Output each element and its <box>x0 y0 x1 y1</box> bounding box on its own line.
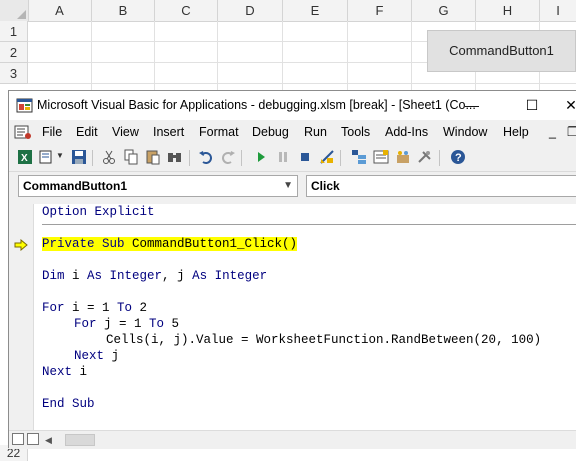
code-combo-bar: CommandButton1 ▼ Click <box>9 172 576 205</box>
copy-icon[interactable] <box>123 149 139 165</box>
column-header-i[interactable]: I <box>540 0 576 21</box>
menu-format[interactable]: Format <box>199 121 239 144</box>
margin-indicator-bar[interactable] <box>9 204 34 430</box>
insert-module-icon[interactable] <box>38 149 54 165</box>
project-explorer-icon[interactable] <box>351 149 367 165</box>
minimize-button[interactable]: — <box>449 91 495 120</box>
horizontal-scrollbar[interactable]: ◀ <box>9 430 576 449</box>
properties-window-icon[interactable] <box>373 149 389 165</box>
help-icon[interactable]: ? <box>450 149 466 165</box>
menu-window[interactable]: Window <box>443 121 487 144</box>
window-title: Microsoft Visual Basic for Applications … <box>37 98 476 112</box>
code-line[interactable]: Next j <box>74 348 119 364</box>
row-header-3[interactable]: 3 <box>0 63 28 84</box>
find-icon[interactable] <box>167 149 183 165</box>
standard-toolbar: X ▼ ? <box>9 145 576 172</box>
full-module-view-button[interactable] <box>27 433 39 445</box>
object-combo-value: CommandButton1 <box>23 179 127 193</box>
redo-icon[interactable] <box>220 149 236 165</box>
menu-insert[interactable]: Insert <box>153 121 184 144</box>
column-header-row: A B C D E F G H I <box>0 0 576 22</box>
procedure-combo[interactable]: Click <box>306 175 576 197</box>
code-line-current[interactable]: Private Sub CommandButton1_Click() <box>42 236 298 252</box>
procedure-view-button[interactable] <box>12 433 24 445</box>
vba-app-icon <box>16 98 33 113</box>
design-mode-icon[interactable] <box>319 149 335 165</box>
doc-restore-button[interactable]: ❐ <box>567 121 576 144</box>
cut-icon[interactable] <box>101 149 117 165</box>
execution-arrow-icon <box>14 239 28 251</box>
view-excel-icon[interactable]: X <box>17 149 33 165</box>
reset-icon[interactable] <box>297 149 313 165</box>
scroll-thumb[interactable] <box>65 434 95 446</box>
insert-dropdown-icon[interactable]: ▼ <box>56 151 64 160</box>
menu-addins[interactable]: Add-Ins <box>385 121 428 144</box>
row-header-2[interactable]: 2 <box>0 42 28 63</box>
column-header-f[interactable]: F <box>348 0 412 21</box>
break-icon[interactable] <box>275 149 291 165</box>
code-line[interactable]: For i = 1 To 2 <box>42 300 147 316</box>
menu-edit[interactable]: Edit <box>76 121 98 144</box>
column-header-d[interactable]: D <box>218 0 283 21</box>
code-line[interactable]: For j = 1 To 5 <box>74 316 179 332</box>
command-button[interactable]: CommandButton1 <box>427 30 576 72</box>
maximize-button[interactable]: ☐ <box>509 91 555 120</box>
undo-icon[interactable] <box>198 149 214 165</box>
column-header-c[interactable]: C <box>155 0 218 21</box>
vba-editor-window: Microsoft Visual Basic for Applications … <box>8 90 576 449</box>
scroll-left-icon[interactable]: ◀ <box>45 431 52 449</box>
menu-help[interactable]: Help <box>503 121 529 144</box>
paste-icon[interactable] <box>145 149 161 165</box>
select-all-corner[interactable] <box>0 0 29 21</box>
column-header-a[interactable]: A <box>28 0 92 21</box>
menu-file[interactable]: File <box>42 121 62 144</box>
object-combo[interactable]: CommandButton1 ▼ <box>18 175 298 197</box>
close-button[interactable]: ✕ <box>565 91 576 120</box>
object-browser-icon[interactable] <box>395 149 411 165</box>
title-bar[interactable]: Microsoft Visual Basic for Applications … <box>9 91 576 120</box>
column-header-h[interactable]: H <box>476 0 540 21</box>
toolbox-icon[interactable] <box>417 149 433 165</box>
code-line[interactable]: Dim i As Integer, j As Integer <box>42 268 267 284</box>
column-header-g[interactable]: G <box>412 0 476 21</box>
code-line[interactable]: Cells(i, j).Value = WorksheetFunction.Ra… <box>106 332 541 348</box>
doc-minimize-button[interactable]: _ <box>549 121 556 144</box>
save-icon[interactable] <box>71 149 87 165</box>
column-header-e[interactable]: E <box>283 0 348 21</box>
procedure-combo-value: Click <box>311 179 340 193</box>
code-editor[interactable]: Option Explicit Private Sub CommandButto… <box>9 204 576 430</box>
menu-tools[interactable]: Tools <box>341 121 370 144</box>
svg-text:X: X <box>21 153 28 164</box>
menu-run[interactable]: Run <box>304 121 327 144</box>
column-header-b[interactable]: B <box>92 0 155 21</box>
code-line[interactable]: Next i <box>42 364 87 380</box>
svg-text:?: ? <box>455 152 462 164</box>
run-icon[interactable] <box>253 149 269 165</box>
row-header-1[interactable]: 1 <box>0 21 28 42</box>
menu-view[interactable]: View <box>112 121 139 144</box>
code-line[interactable]: End Sub <box>42 396 95 412</box>
chevron-down-icon: ▼ <box>283 180 293 191</box>
menu-debug[interactable]: Debug <box>252 121 289 144</box>
code-window-icon[interactable] <box>14 124 32 141</box>
code-line[interactable]: Option Explicit <box>42 204 155 220</box>
menu-bar: File Edit View Insert Format Debug Run T… <box>9 121 576 144</box>
